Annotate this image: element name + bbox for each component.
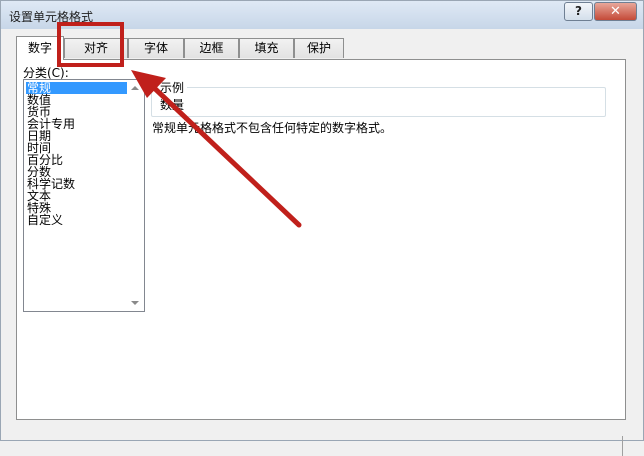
highlight-box-annotation: [57, 22, 124, 67]
close-button[interactable]: ✕: [594, 2, 637, 21]
format-description: 常规单元格格式不包含任何特定的数字格式。: [152, 121, 393, 135]
tab-font[interactable]: 字体: [128, 38, 184, 58]
help-button[interactable]: ?: [564, 2, 593, 21]
tab-border[interactable]: 边框: [184, 38, 239, 58]
dialog-client-area: 数字 对齐 字体 边框 填充 保护 分类(C): 常规 数值 货币 会计专用 日…: [8, 30, 634, 456]
tab-protection[interactable]: 保护: [294, 38, 344, 58]
chevron-up-icon[interactable]: [131, 86, 139, 90]
category-scrollbar[interactable]: [127, 80, 144, 311]
sample-group: [151, 87, 606, 117]
sample-legend: 示例: [157, 79, 188, 96]
tab-fill[interactable]: 填充: [239, 38, 294, 58]
resize-grip[interactable]: [622, 436, 625, 456]
chevron-down-icon[interactable]: [131, 301, 139, 305]
sample-value: 数量: [160, 98, 185, 112]
list-item[interactable]: 自定义: [26, 214, 128, 226]
category-items: 常规 数值 货币 会计专用 日期 时间 百分比 分数 科学记数 文本 特殊 自定…: [26, 82, 128, 226]
category-list[interactable]: 常规 数值 货币 会计专用 日期 时间 百分比 分数 科学记数 文本 特殊 自定…: [23, 79, 145, 312]
